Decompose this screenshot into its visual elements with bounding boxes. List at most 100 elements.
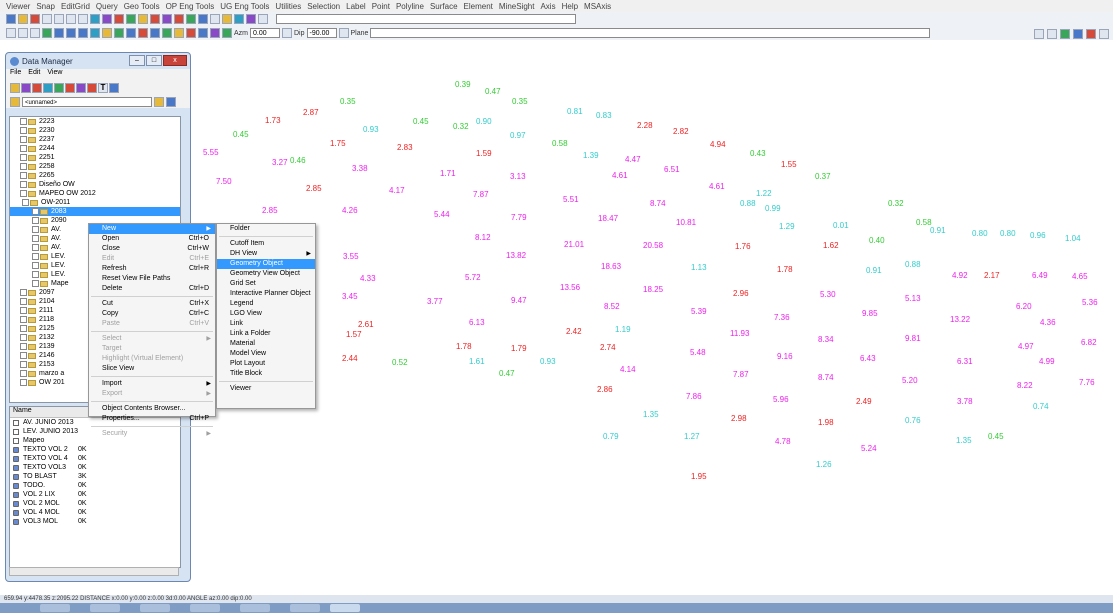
grid-icon[interactable] xyxy=(54,14,64,24)
expand-toggle[interactable] xyxy=(32,217,39,224)
object-icon[interactable] xyxy=(21,82,31,93)
sheet-icon[interactable] xyxy=(222,14,232,24)
dm-menu-file[interactable]: File xyxy=(10,69,21,80)
menu-geo-tools[interactable]: Geo Tools xyxy=(124,2,160,11)
model-icon[interactable] xyxy=(162,14,172,24)
layer-icon[interactable] xyxy=(76,82,86,93)
expand-toggle[interactable] xyxy=(32,244,39,251)
menu-item-import[interactable]: Import ▶ xyxy=(89,379,215,389)
azm-field[interactable]: 0.00 xyxy=(250,28,280,38)
menu-item-properties[interactable]: Properties... Ctrl+P xyxy=(89,414,215,424)
tree-item[interactable]: 2223 xyxy=(10,117,180,126)
light-icon[interactable] xyxy=(162,28,172,38)
menu-item-object-contents-browser[interactable]: Object Contents Browser... xyxy=(89,404,215,414)
axis-icon[interactable] xyxy=(210,28,220,38)
filter-icon[interactable] xyxy=(198,28,208,38)
menu-item-title-block[interactable]: Title Block xyxy=(217,369,315,379)
object-icon[interactable] xyxy=(246,14,256,24)
list-item[interactable]: TO BLAST 3K xyxy=(10,472,180,481)
list-item[interactable]: TEXTO VOL 2 0K xyxy=(10,445,180,454)
menu-item-model-view[interactable]: Model View xyxy=(217,349,315,359)
tree-item[interactable]: OW-2011 xyxy=(10,198,180,207)
wave-icon[interactable] xyxy=(102,14,112,24)
list-item[interactable]: VOL 4 MOL 0K xyxy=(10,508,180,517)
expand-toggle[interactable] xyxy=(20,361,27,368)
menu-query[interactable]: Query xyxy=(96,2,118,11)
expand-toggle[interactable] xyxy=(20,325,27,332)
view-front-icon[interactable] xyxy=(66,28,76,38)
close-x-icon[interactable] xyxy=(78,14,88,24)
taskbar-app-3[interactable] xyxy=(140,604,170,612)
project-combo[interactable]: <unnamed> xyxy=(22,96,152,107)
stop-icon[interactable] xyxy=(174,14,184,24)
view-top-icon[interactable] xyxy=(54,28,64,38)
tree-item[interactable]: Diseño OW xyxy=(10,180,180,189)
tree-item[interactable]: 2230 xyxy=(10,126,180,135)
expand-toggle[interactable] xyxy=(20,316,27,323)
menu-minesight[interactable]: MineSight xyxy=(499,2,535,11)
menu-item-link-a-folder[interactable]: Link a Folder xyxy=(217,329,315,339)
step-icon[interactable] xyxy=(282,28,292,38)
menu-polyline[interactable]: Polyline xyxy=(396,2,424,11)
menu-axis[interactable]: Axis xyxy=(540,2,555,11)
command-field[interactable] xyxy=(276,14,576,24)
tree-item[interactable]: 2244 xyxy=(10,144,180,153)
expand-toggle[interactable] xyxy=(20,172,27,179)
menu-item-reset-view-file-paths[interactable]: Reset View File Paths xyxy=(89,274,215,284)
link-icon[interactable] xyxy=(43,82,53,93)
browse-icon[interactable] xyxy=(154,96,164,107)
pan-icon[interactable] xyxy=(42,28,52,38)
save-icon[interactable] xyxy=(30,14,40,24)
list-item[interactable]: VOL3 MOL 0K xyxy=(10,517,180,526)
box-icon[interactable] xyxy=(138,28,148,38)
menu-item-legend[interactable]: Legend xyxy=(217,299,315,309)
layer-icon[interactable] xyxy=(198,14,208,24)
list-item[interactable]: TODO. 0K xyxy=(10,481,180,490)
folder-icon[interactable] xyxy=(10,82,20,93)
expand-toggle[interactable] xyxy=(20,136,27,143)
expand-toggle[interactable] xyxy=(20,163,27,170)
expand-toggle[interactable] xyxy=(20,181,27,188)
menu-item-viewer[interactable]: Viewer xyxy=(217,384,315,394)
expand-toggle[interactable] xyxy=(20,190,27,197)
text-icon[interactable]: T xyxy=(98,82,108,93)
expand-toggle[interactable] xyxy=(20,154,27,161)
menu-item-delete[interactable]: Delete Ctrl+D xyxy=(89,284,215,294)
expand-toggle[interactable] xyxy=(32,271,39,278)
menu-item-copy[interactable]: Copy Ctrl+C xyxy=(89,309,215,319)
minimize-button[interactable]: – xyxy=(129,55,145,66)
chart-icon[interactable] xyxy=(90,14,100,24)
menu-item-link[interactable]: Link xyxy=(217,319,315,329)
measure-icon[interactable] xyxy=(114,14,124,24)
tree-item[interactable]: 2237 xyxy=(10,135,180,144)
layout-icon[interactable] xyxy=(1034,29,1044,39)
menu-item-slice-view[interactable]: Slice View xyxy=(89,364,215,374)
shield-icon[interactable] xyxy=(32,82,42,93)
render-icon[interactable] xyxy=(186,28,196,38)
menu-op-eng-tools[interactable]: OP Eng Tools xyxy=(166,2,215,11)
menu-item-geometry-object[interactable]: Geometry Object xyxy=(217,259,315,269)
menu-item-grid-set[interactable]: Grid Set xyxy=(217,279,315,289)
view4-icon[interactable] xyxy=(1099,29,1109,39)
tree-item[interactable]: 2083 xyxy=(10,207,180,216)
save-icon[interactable] xyxy=(166,96,176,107)
expand-toggle[interactable] xyxy=(20,127,27,134)
help-icon[interactable] xyxy=(42,14,52,24)
open-icon[interactable] xyxy=(18,14,28,24)
expand-toggle[interactable] xyxy=(20,307,27,314)
menu-selection[interactable]: Selection xyxy=(307,2,340,11)
expand-toggle[interactable] xyxy=(20,118,27,125)
model-icon[interactable] xyxy=(54,82,64,93)
dm-menu-edit[interactable]: Edit xyxy=(28,69,40,80)
updown-icon[interactable] xyxy=(338,28,349,38)
taskbar-app-active[interactable] xyxy=(330,604,360,612)
rotate-icon[interactable] xyxy=(90,28,100,38)
horizontal-scrollbar[interactable] xyxy=(9,567,179,576)
label-icon[interactable] xyxy=(138,14,148,24)
plane-icon[interactable] xyxy=(102,28,112,38)
menu-item-cutoff-item[interactable]: Cutoff Item xyxy=(217,239,315,249)
tree-item[interactable]: 2265 xyxy=(10,171,180,180)
expand-toggle[interactable] xyxy=(32,226,39,233)
zoom-out-icon[interactable] xyxy=(30,28,40,38)
menu-label[interactable]: Label xyxy=(346,2,366,11)
